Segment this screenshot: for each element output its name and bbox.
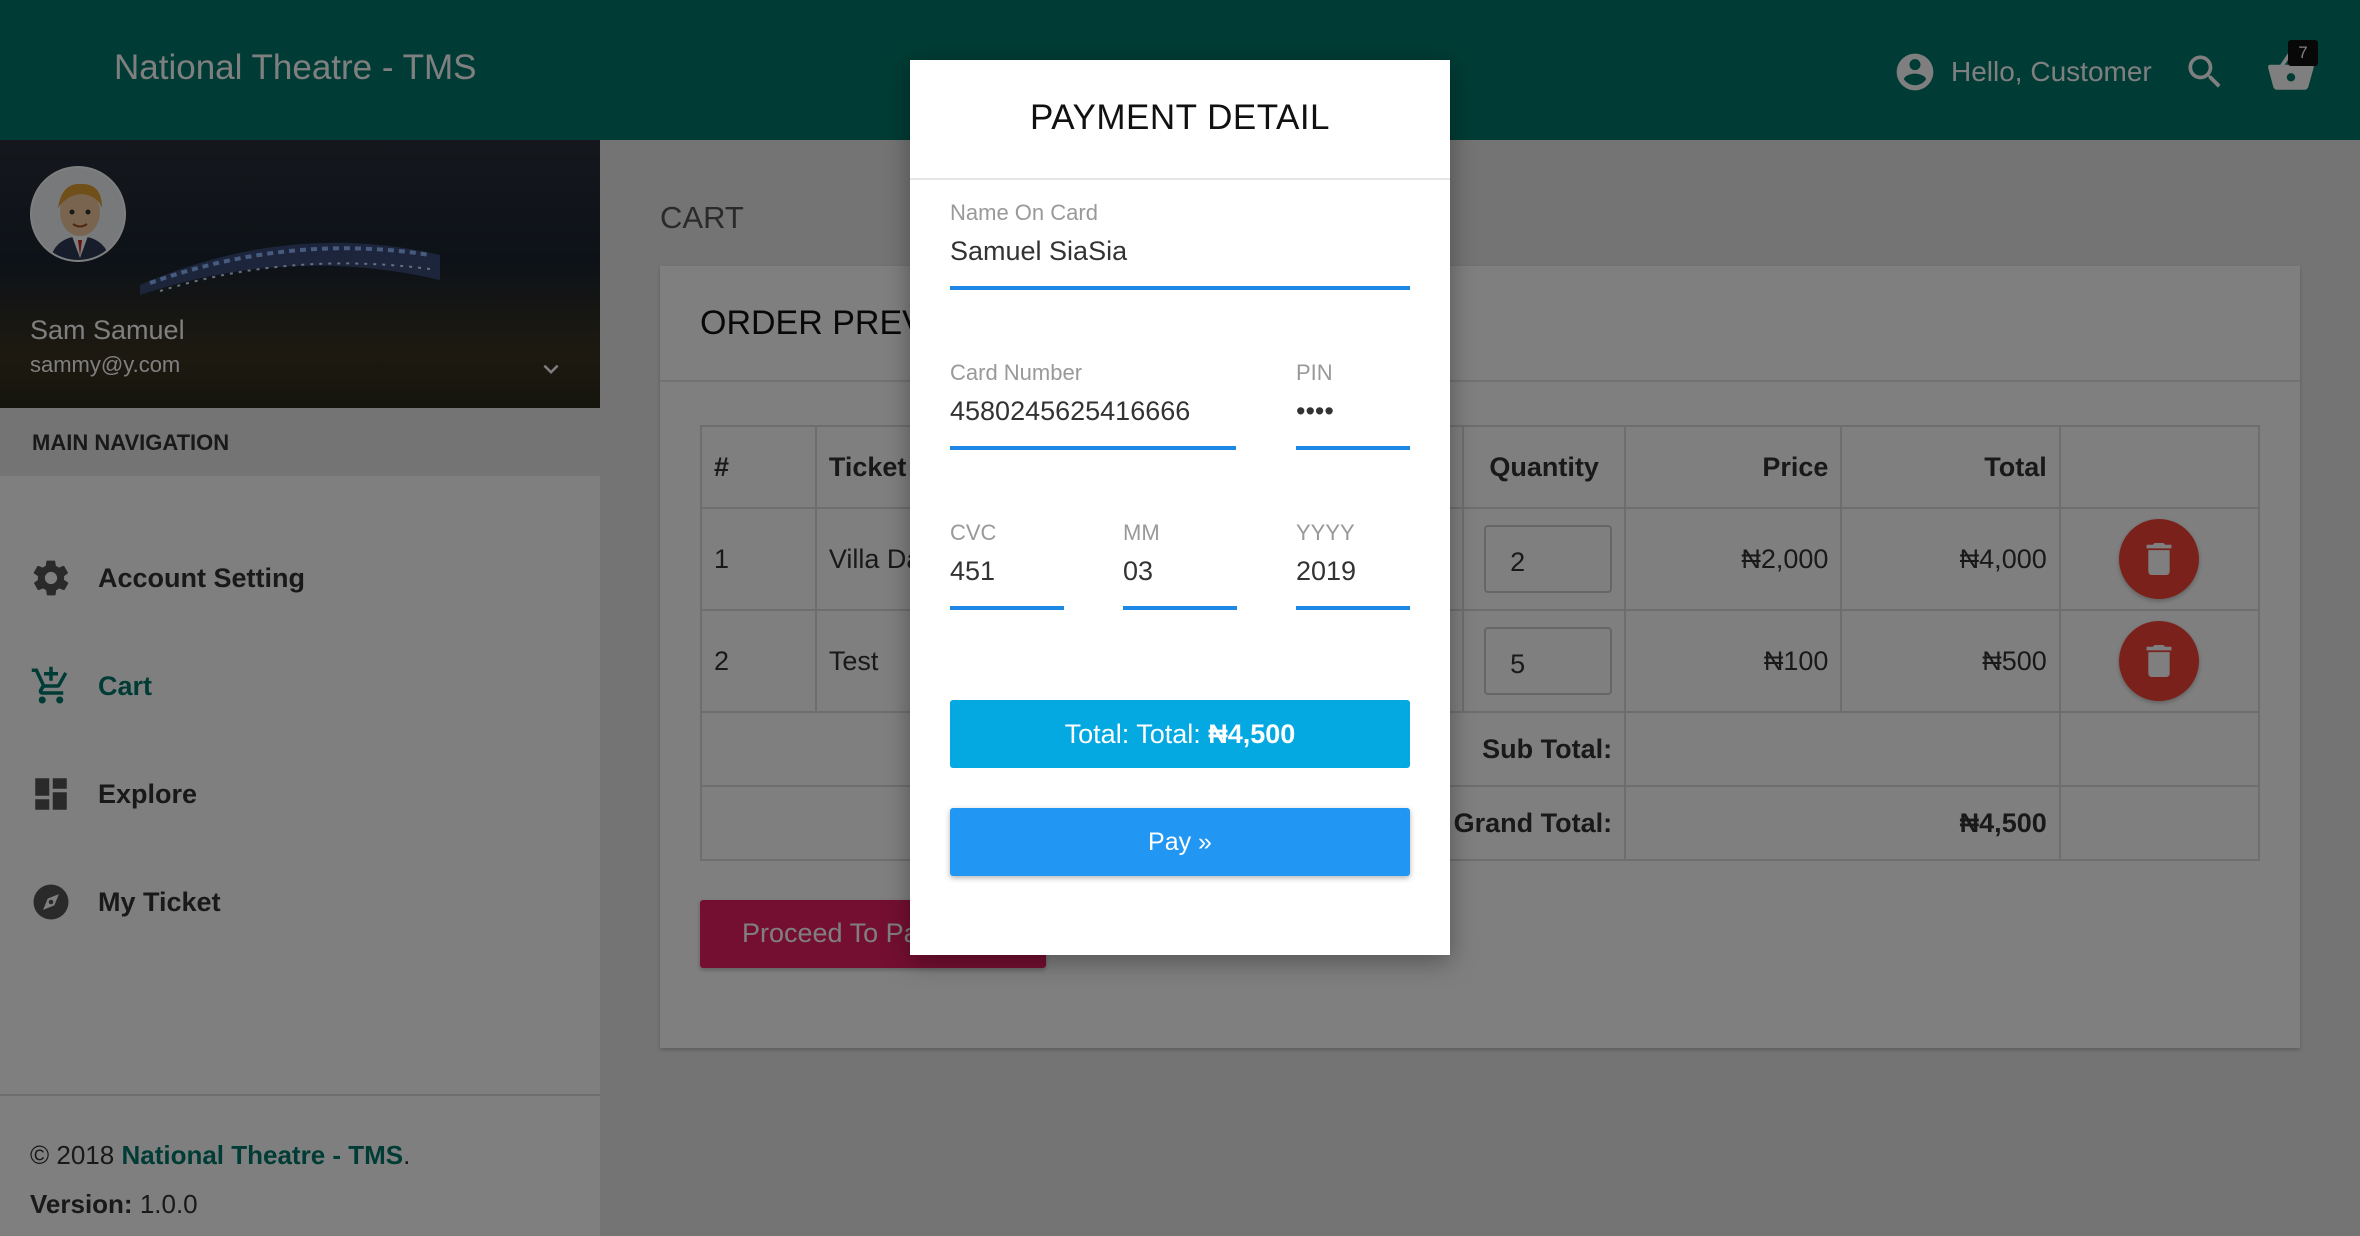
pin-field[interactable]: PIN •••• xyxy=(1296,360,1410,450)
name-on-card-field[interactable]: Name On Card Samuel SiaSia xyxy=(950,200,1410,290)
expiry-month-label: MM xyxy=(1123,520,1160,545)
cvc-label: CVC xyxy=(950,520,997,545)
total-amount: ₦4,500 xyxy=(1208,719,1296,749)
expiry-year-field[interactable]: YYYY 2019 xyxy=(1296,520,1410,610)
payment-detail-modal: PAYMENT DETAIL Name On Card Samuel SiaSi… xyxy=(910,60,1450,955)
cvc-field[interactable]: CVC 451 xyxy=(950,520,1064,610)
pin-input[interactable]: •••• xyxy=(1296,396,1410,450)
name-on-card-input[interactable]: Samuel SiaSia xyxy=(950,236,1410,290)
expiry-month-field[interactable]: MM 03 xyxy=(1123,520,1237,610)
payment-total-box: Total: Total: ₦4,500 xyxy=(950,700,1410,768)
pin-label: PIN xyxy=(1296,360,1333,385)
pay-button[interactable]: Pay » xyxy=(950,808,1410,876)
total-prefix: Total: Total: xyxy=(1064,719,1209,749)
name-on-card-label: Name On Card xyxy=(950,200,1098,225)
expiry-year-label: YYYY xyxy=(1296,520,1355,545)
card-number-input[interactable]: 4580245625416666 xyxy=(950,396,1236,450)
expiry-year-input[interactable]: 2019 xyxy=(1296,556,1410,610)
expiry-month-input[interactable]: 03 xyxy=(1123,556,1237,610)
modal-title: PAYMENT DETAIL xyxy=(910,60,1450,180)
card-number-field[interactable]: Card Number 4580245625416666 xyxy=(950,360,1236,450)
cvc-input[interactable]: 451 xyxy=(950,556,1064,610)
card-number-label: Card Number xyxy=(950,360,1083,385)
